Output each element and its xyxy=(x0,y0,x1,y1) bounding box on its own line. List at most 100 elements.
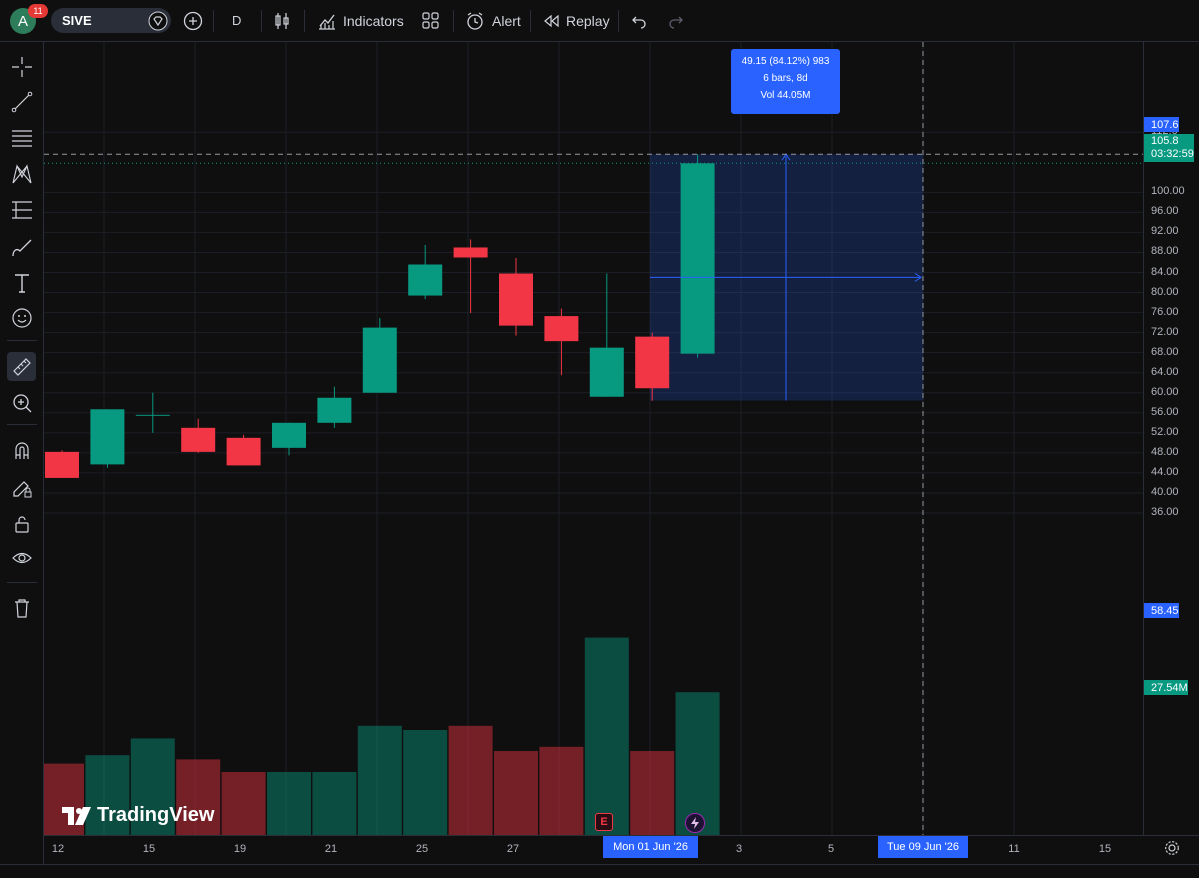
time-tick: 21 xyxy=(324,843,338,855)
price-tick: 64.00 xyxy=(1151,365,1179,378)
volume-bar xyxy=(584,637,629,835)
price-tick: 76.00 xyxy=(1151,305,1179,318)
alert-clock-icon xyxy=(467,11,483,30)
layouts-icon[interactable] xyxy=(422,0,439,41)
magnet-icon[interactable] xyxy=(7,436,36,465)
notification-badge: 11 xyxy=(28,4,48,18)
candle-body xyxy=(589,347,624,397)
candle-body xyxy=(317,397,352,423)
measure-low-label: 58.45 xyxy=(1144,603,1179,618)
text-icon[interactable] xyxy=(7,268,36,297)
price-tick: 84.00 xyxy=(1151,265,1179,278)
price-tick: 48.00 xyxy=(1151,445,1179,458)
time-tick: 19 xyxy=(233,843,247,855)
price-tick: 36.00 xyxy=(1151,505,1179,518)
brush-icon[interactable] xyxy=(7,232,36,261)
candle-body xyxy=(408,264,443,296)
settings-gear-icon[interactable] xyxy=(1164,840,1180,856)
time-tick: 25 xyxy=(415,843,429,855)
candle-body xyxy=(181,427,216,452)
measure-tooltip: 49.15 (84.12%) 983 6 bars, 8d Vol 44.05M xyxy=(731,49,840,114)
time-tick: 15 xyxy=(1098,843,1112,855)
alert-label: Alert xyxy=(492,12,521,29)
volume-bar xyxy=(357,725,402,835)
price-tick: 56.00 xyxy=(1151,405,1179,418)
volume-bar xyxy=(403,730,448,835)
indicators-icon xyxy=(319,14,335,30)
candle-body xyxy=(272,422,306,448)
price-tick: 96.00 xyxy=(1151,205,1179,218)
tradingview-logo-icon xyxy=(62,806,91,825)
volume-bar xyxy=(267,772,311,835)
crosshair-price-label: 107.6 xyxy=(1144,117,1179,132)
ruler-icon[interactable] xyxy=(7,352,36,381)
replay-button[interactable]: Replay xyxy=(542,0,610,41)
candle-body xyxy=(544,316,579,342)
zoom-in-icon[interactable] xyxy=(7,388,36,417)
price-tick: 72.00 xyxy=(1151,325,1179,338)
candle-body xyxy=(362,327,397,393)
time-tick: 27 xyxy=(506,843,520,855)
replay-icon xyxy=(544,14,559,27)
time-label-end: Tue 09 Jun '26 xyxy=(878,836,968,858)
price-tick: 100.00 xyxy=(1151,185,1185,198)
indicators-button[interactable]: Indicators xyxy=(318,0,404,41)
interval-button[interactable]: D xyxy=(232,0,241,41)
candle-body xyxy=(90,409,125,465)
candles-icon[interactable] xyxy=(273,0,291,41)
candle-body xyxy=(453,247,488,258)
add-symbol-icon[interactable] xyxy=(183,0,203,41)
lightning-event-icon[interactable] xyxy=(685,813,705,833)
diamond-icon[interactable] xyxy=(148,0,168,41)
price-tick: 80.00 xyxy=(1151,285,1179,298)
last-price-label: 105.8 03:32:59 xyxy=(1144,134,1194,162)
measure-volume: Vol 44.05M xyxy=(760,90,811,101)
avatar-letter: A xyxy=(17,12,28,30)
tradingview-logo: TradingView xyxy=(62,804,214,827)
volume-label: 27.54M xyxy=(1144,680,1188,695)
price-tick: 92.00 xyxy=(1151,225,1179,238)
candle-body xyxy=(499,273,533,326)
earnings-marker-label: E xyxy=(600,816,608,828)
watermark-text: TradingView xyxy=(97,804,215,826)
time-tick: 3 xyxy=(735,843,743,855)
volume-bar xyxy=(539,746,584,835)
volume-bar xyxy=(221,772,266,835)
price-tick: 44.00 xyxy=(1151,465,1179,478)
candle-body xyxy=(635,336,670,389)
eye-icon[interactable] xyxy=(7,543,36,572)
redo-icon[interactable] xyxy=(668,0,684,41)
indicators-label: Indicators xyxy=(343,12,404,29)
symbol-name[interactable]: SIVE xyxy=(62,8,92,33)
lock-drawing-icon[interactable] xyxy=(7,473,36,502)
time-tick: 15 xyxy=(142,843,156,855)
emoji-icon[interactable] xyxy=(7,303,36,332)
alert-button[interactable]: Alert xyxy=(465,0,521,41)
chart-pane[interactable] xyxy=(44,42,1143,835)
price-tick: 60.00 xyxy=(1151,385,1179,398)
undo-icon[interactable] xyxy=(631,0,647,41)
time-tick: 12 xyxy=(51,843,65,855)
long-position-icon[interactable] xyxy=(7,195,36,224)
candle-body xyxy=(680,163,715,354)
fib-retracement-icon[interactable] xyxy=(7,123,36,152)
trend-line-icon[interactable] xyxy=(7,87,36,116)
volume-bar xyxy=(312,772,357,835)
price-tick: 68.00 xyxy=(1151,345,1179,358)
unlock-icon[interactable] xyxy=(7,509,36,538)
earnings-marker[interactable]: E xyxy=(595,813,613,831)
trash-icon[interactable] xyxy=(7,593,36,622)
countdown-value: 03:32:59 xyxy=(1151,148,1194,160)
replay-label: Replay xyxy=(566,12,610,29)
volume-bar xyxy=(630,751,675,835)
time-tick: 11 xyxy=(1008,843,1020,855)
candle-body xyxy=(135,414,170,416)
crosshair-icon[interactable] xyxy=(7,52,36,81)
price-tick: 52.00 xyxy=(1151,425,1179,438)
last-price-value: 105.8 xyxy=(1151,135,1179,147)
candlestick-chart xyxy=(44,42,1143,835)
pattern-icon[interactable] xyxy=(7,159,36,188)
bottom-bar xyxy=(0,864,1199,878)
time-label-start: Mon 01 Jun '26 xyxy=(603,836,698,858)
volume-bar xyxy=(448,725,493,835)
